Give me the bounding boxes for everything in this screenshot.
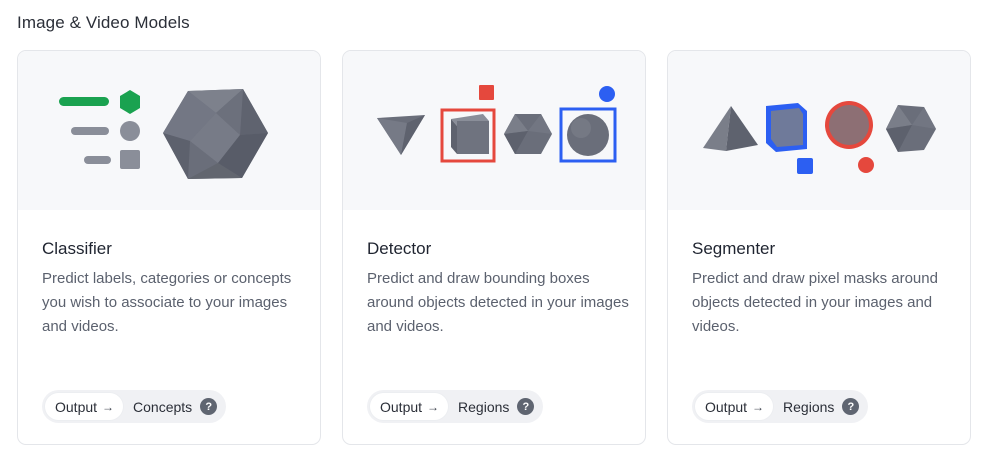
question-circle-icon[interactable]: ? (200, 398, 218, 415)
card-description: Predict labels, categories or concepts y… (42, 270, 292, 335)
question-circle-icon[interactable]: ? (842, 398, 860, 415)
output-value: Regions (783, 398, 835, 415)
segmenter-card[interactable]: Segmenter Predict and draw pixel masks a… (667, 50, 971, 445)
card-title: Classifier (42, 239, 112, 258)
red-label-square (479, 85, 494, 100)
output-label: Output (55, 398, 98, 415)
blue-masked-cube (766, 103, 807, 152)
pyramid-icon (377, 115, 425, 155)
segmenter-illustration-svg (703, 101, 936, 174)
label-bar-gray-short (84, 156, 111, 164)
label-bar-gray (71, 127, 109, 135)
output-label: Output (705, 398, 748, 415)
hexagon-icon (120, 90, 140, 114)
square-icon (120, 150, 140, 169)
pyramid-icon (703, 106, 758, 151)
question-circle-icon[interactable]: ? (517, 398, 535, 415)
output-label-segment: Output → (370, 393, 449, 420)
blue-label-dot (599, 86, 615, 102)
detector-illustration (343, 51, 645, 210)
detector-card[interactable]: Detector Predict and draw bounding boxes… (342, 50, 646, 445)
icosahedron-icon (163, 89, 268, 179)
classifier-illustration-svg (59, 89, 268, 179)
output-pill: Output → Regions ? (692, 390, 869, 423)
arrow-right-icon: → (427, 399, 440, 414)
red-label-dot (858, 157, 874, 173)
output-label-segment: Output → (45, 393, 124, 420)
arrow-right-icon: → (752, 399, 765, 414)
classifier-illustration (18, 51, 320, 210)
label-bar-green (59, 97, 109, 106)
arrow-right-icon: → (102, 399, 115, 414)
circle-icon (120, 121, 140, 141)
detector-illustration-svg (377, 85, 617, 163)
output-value: Concepts (133, 398, 193, 415)
card-title: Detector (367, 239, 432, 258)
output-label: Output (380, 398, 423, 415)
card-title: Segmenter (692, 239, 776, 258)
cube-icon (451, 114, 489, 154)
blue-label-square (797, 158, 813, 174)
hexagonal-prism-icon (886, 105, 936, 152)
output-label-segment: Output → (695, 393, 774, 420)
segmenter-illustration (668, 51, 970, 210)
section-title: Image & Video Models (17, 13, 190, 32)
output-pill: Output → Regions ? (367, 390, 544, 423)
classifier-card[interactable]: Classifier Predict labels, categories or… (17, 50, 321, 445)
output-value: Regions (458, 398, 510, 415)
hexagonal-prism-icon (504, 114, 552, 154)
card-description: Predict and draw pixel masks around obje… (692, 270, 938, 335)
card-description: Predict and draw bounding boxes around o… (367, 270, 629, 335)
output-pill: Output → Concepts ? (42, 390, 227, 423)
